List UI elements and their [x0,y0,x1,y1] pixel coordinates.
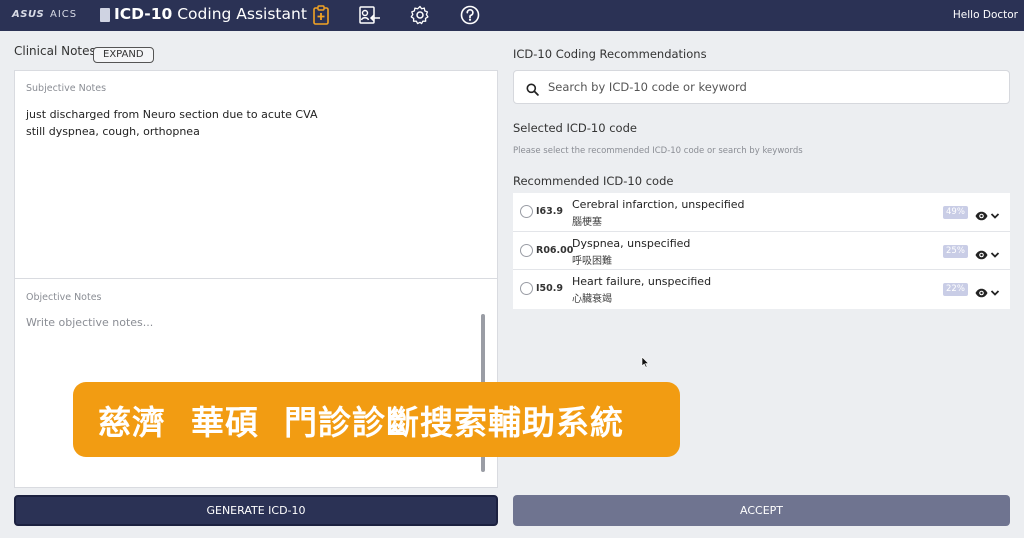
icd-description-chinese: 心臟衰竭 [572,294,612,305]
confidence-badge: 25% [943,244,968,258]
mouse-cursor-icon [641,353,650,372]
icd-code: R06.00 [536,244,574,256]
eye-icon[interactable] [975,245,988,264]
list-item[interactable]: I63.9 Cerebral infarction, unspecified 腦… [513,193,1010,232]
gear-icon[interactable] [409,4,431,26]
title-banner: 慈濟 華碩 門診診斷搜索輔助系統 [73,382,680,457]
icd-description: Heart failure, unspecified [572,275,712,288]
confidence-badge: 49% [943,206,968,219]
select-radio[interactable] [520,243,533,257]
subjective-notes-box[interactable]: Subjective Notes just discharged from Ne… [14,70,498,279]
clinical-notes-header: Clinical Notes EXPAND [14,40,498,63]
list-item[interactable]: I50.9 Heart failure, unspecified 心臟衰竭 22… [513,270,1010,309]
icd-description-chinese: 腦梗塞 [572,217,602,228]
clinical-notes-title: Clinical Notes [14,44,96,58]
chevron-down-icon[interactable] [990,283,1000,302]
clipboard-plus-icon[interactable] [310,4,332,26]
aics-logo: AICS [50,9,78,20]
chevron-down-icon[interactable] [990,245,1000,264]
subjective-notes-text[interactable]: just discharged from Neuro section due t… [26,106,317,140]
confidence-badge: 22% [943,283,968,296]
eye-icon[interactable] [975,283,988,302]
icd-code: I50.9 [536,283,563,294]
icd-code: I63.9 [536,206,563,217]
selected-code-hint: Please select the recommended ICD-10 cod… [513,146,803,156]
patient-transfer-icon[interactable] [359,4,381,26]
selected-code-title: Selected ICD-10 code [513,121,637,135]
asus-logo: ASUS [12,9,45,20]
icd10-search-input[interactable] [548,71,998,103]
subjective-notes-label: Subjective Notes [26,83,107,94]
app-logo-icon [100,8,110,22]
objective-notes-input[interactable]: Write objective notes... [26,316,153,329]
recommended-code-list: I63.9 Cerebral infarction, unspecified 腦… [513,193,1010,309]
accept-button[interactable]: ACCEPT [513,495,1010,526]
recommended-code-title: Recommended ICD-10 code [513,174,674,188]
icd-description: Dyspnea, unspecified [572,236,691,250]
objective-notes-label: Objective Notes [26,292,102,303]
top-bar: ASUS AICS ICD-10 Coding Assistant Hello … [0,0,1024,31]
list-item[interactable]: R06.00 Dyspnea, unspecified 呼吸困難 25% [513,232,1010,270]
select-radio[interactable] [520,282,533,295]
icd10-search-box[interactable] [513,70,1010,104]
expand-button[interactable]: EXPAND [93,47,154,63]
help-icon[interactable] [459,4,481,26]
icd10-recommendations-title: ICD-10 Coding Recommendations [513,47,707,61]
app-title: ICD-10 Coding Assistant [114,5,307,23]
icd-description-chinese: 呼吸困難 [572,255,612,267]
search-icon [526,81,539,100]
select-radio[interactable] [520,205,533,218]
icd-description: Cerebral infarction, unspecified [572,198,745,211]
chevron-down-icon[interactable] [990,206,1000,225]
eye-icon[interactable] [975,206,988,225]
user-greeting[interactable]: Hello Doctor [953,9,1018,21]
generate-icd10-button[interactable]: GENERATE ICD-10 [14,495,498,526]
